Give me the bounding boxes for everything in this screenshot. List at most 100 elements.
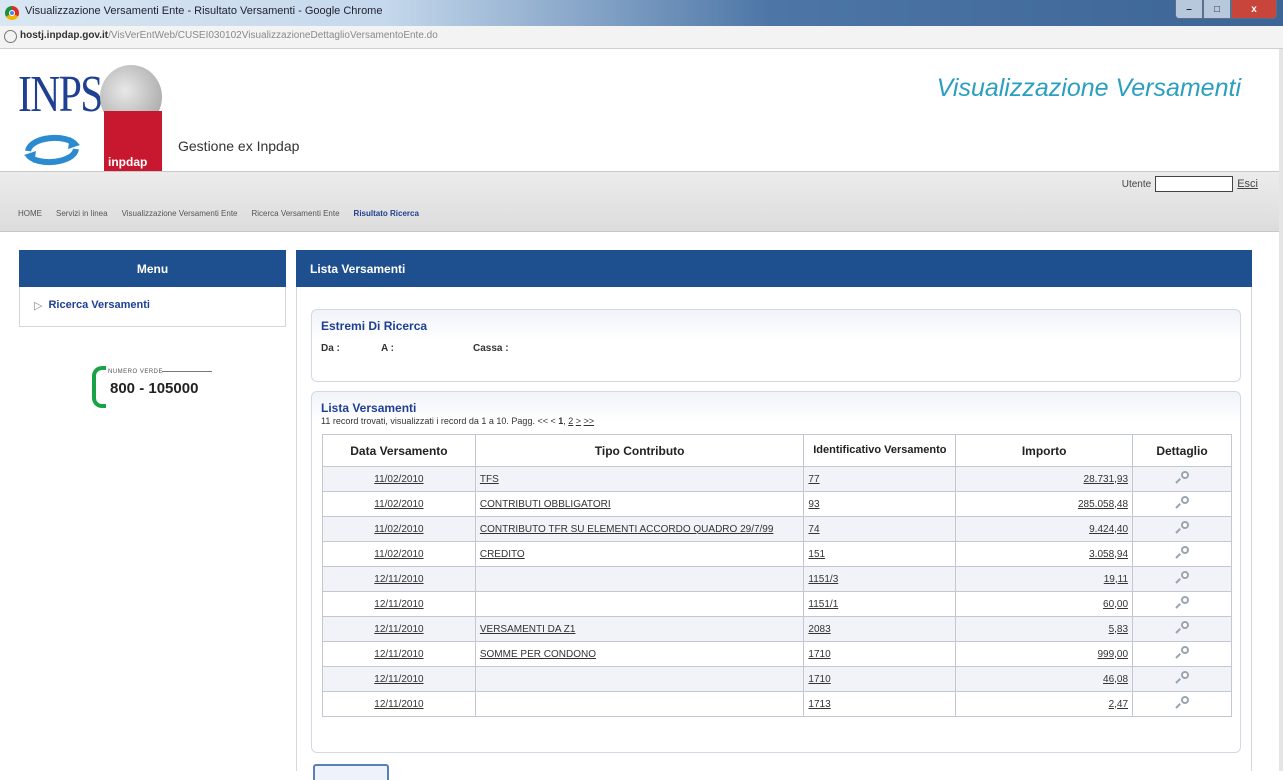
menu-item-label: Ricerca Versamenti <box>48 299 150 311</box>
main-panel-header: Lista Versamenti <box>296 250 1252 287</box>
main-panel: Estremi Di Ricerca Da : A : Cassa : List… <box>296 287 1252 780</box>
table-cell-date: 11/02/2010 <box>322 541 476 567</box>
column-header-detail: Dettaglio <box>1132 434 1232 467</box>
table-cell-amount: 5,83 <box>955 616 1134 642</box>
magnifier-icon[interactable] <box>1175 670 1190 685</box>
scrollbar[interactable] <box>1279 49 1283 771</box>
table-row: 12/11/2010 1710 46,08 <box>322 666 1232 692</box>
table-cell-detail <box>1132 541 1232 567</box>
row-amount-link[interactable]: 9.424,40 <box>1089 524 1128 535</box>
table-cell-type <box>474 591 805 617</box>
table-row: 12/11/2010 VERSAMENTI DA Z1 2083 5,83 <box>322 616 1232 642</box>
row-id-link[interactable]: 1713 <box>808 699 830 710</box>
row-amount-link[interactable]: 60,00 <box>1103 599 1128 610</box>
chrome-logo-icon <box>5 6 19 20</box>
magnifier-icon[interactable] <box>1175 695 1190 710</box>
magnifier-icon[interactable] <box>1175 520 1190 535</box>
breadcrumb-visualizzazione[interactable]: Visualizzazione Versamenti Ente <box>122 209 238 218</box>
row-id-link[interactable]: 1710 <box>808 674 830 685</box>
row-id-link[interactable]: 1151/3 <box>808 574 838 585</box>
last-page-link[interactable]: >> <box>584 416 595 426</box>
magnifier-icon[interactable] <box>1175 595 1190 610</box>
table-row: 11/02/2010 CONTRIBUTI OBBLIGATORI 93 285.05… <box>322 491 1232 517</box>
column-header-id[interactable]: Identificativo Versamento <box>803 434 957 467</box>
table-cell-type: TFS <box>474 466 805 492</box>
row-id-link[interactable]: 2083 <box>808 624 830 635</box>
next-page-link[interactable]: > <box>576 416 581 426</box>
table-cell-amount: 2,47 <box>955 691 1134 717</box>
user-label: Utente <box>1121 178 1152 190</box>
breadcrumb-servizi[interactable]: Servizi in linea <box>56 209 108 218</box>
page-info-icon[interactable] <box>4 30 17 43</box>
row-type-link[interactable]: TFS <box>480 474 499 485</box>
row-date-link[interactable]: 12/11/2010 <box>374 649 423 660</box>
row-type-link[interactable]: CONTRIBUTO TFR SU ELEMENTI ACCORDO QUADR… <box>480 524 774 535</box>
row-date-link[interactable]: 11/02/2010 <box>374 474 423 485</box>
row-date-link[interactable]: 12/11/2010 <box>374 699 423 710</box>
row-amount-link[interactable]: 3.058,94 <box>1089 549 1128 560</box>
back-button[interactable] <box>313 764 389 780</box>
row-id-link[interactable]: 77 <box>808 474 819 485</box>
magnifier-icon[interactable] <box>1175 470 1190 485</box>
row-date-link[interactable]: 12/11/2010 <box>374 599 423 610</box>
row-id-link[interactable]: 1151/1 <box>808 599 838 610</box>
row-date-link[interactable]: 12/11/2010 <box>374 574 423 585</box>
address-bar[interactable]: hostj.inpdap.gov.it/VisVerEntWeb/CUSEI03… <box>0 26 1283 49</box>
gestione-label: Gestione ex Inpdap <box>178 138 300 154</box>
row-id-link[interactable]: 151 <box>808 549 825 560</box>
row-amount-link[interactable]: 999,00 <box>1097 649 1128 660</box>
user-field <box>1155 176 1234 192</box>
row-date-link[interactable]: 11/02/2010 <box>374 524 423 535</box>
row-amount-link[interactable]: 285.058,48 <box>1078 499 1128 510</box>
maximize-button[interactable]: □ <box>1203 0 1231 19</box>
green-bracket-icon <box>92 366 106 408</box>
row-amount-link[interactable]: 5,83 <box>1109 624 1128 635</box>
column-header-type[interactable]: Tipo Contributo <box>474 434 805 467</box>
table-cell-type <box>474 666 805 692</box>
magnifier-icon[interactable] <box>1175 620 1190 635</box>
row-date-link[interactable]: 12/11/2010 <box>374 674 423 685</box>
row-id-link[interactable]: 1710 <box>808 649 830 660</box>
pager-info: 11 record trovati, visualizzati i record… <box>321 416 595 426</box>
table-header-row: Data Versamento Tipo Contributo Identifi… <box>322 434 1232 467</box>
table-row: 11/02/2010 TFS 77 28.731,93 <box>322 466 1232 492</box>
magnifier-icon[interactable] <box>1175 570 1190 585</box>
magnifier-icon[interactable] <box>1175 545 1190 560</box>
row-type-link[interactable]: SOMME PER CONDONO <box>480 649 596 660</box>
row-type-link[interactable]: VERSAMENTI DA Z1 <box>480 624 576 635</box>
table-cell-detail <box>1132 516 1232 542</box>
logout-link[interactable]: Esci <box>1237 178 1258 190</box>
close-button[interactable]: x <box>1231 0 1277 19</box>
row-date-link[interactable]: 11/02/2010 <box>374 549 423 560</box>
row-amount-link[interactable]: 19,11 <box>1104 574 1128 585</box>
toll-free-number: NUMERO VERDE 800 - 105000 <box>92 366 216 408</box>
row-id-link[interactable]: 93 <box>808 499 819 510</box>
magnifier-icon[interactable] <box>1175 495 1190 510</box>
row-type-link[interactable]: CONTRIBUTI OBBLIGATORI <box>480 499 611 510</box>
table-cell-type: VERSAMENTI DA Z1 <box>474 616 805 642</box>
menu-item-ricerca-versamenti[interactable]: ▷ Ricerca Versamenti <box>34 299 150 312</box>
column-header-date[interactable]: Data Versamento <box>322 434 476 467</box>
user-area: Utente Esci <box>1122 176 1258 192</box>
breadcrumb-home[interactable]: HOME <box>18 209 42 218</box>
inps-arrows-logo-icon <box>24 134 80 166</box>
window-title: Visualizzazione Versamenti Ente - Risult… <box>25 5 383 17</box>
table-cell-amount: 60,00 <box>955 591 1134 617</box>
row-date-link[interactable]: 11/02/2010 <box>374 499 423 510</box>
breadcrumb-ricerca[interactable]: Ricerca Versamenti Ente <box>252 209 340 218</box>
table-cell-id: 77 <box>803 466 957 492</box>
page-2-link[interactable]: 2 <box>568 416 573 426</box>
row-date-link[interactable]: 12/11/2010 <box>374 624 423 635</box>
table-cell-amount: 28.731,93 <box>955 466 1134 492</box>
row-amount-link[interactable]: 2,47 <box>1109 699 1128 710</box>
row-amount-link[interactable]: 28.731,93 <box>1084 474 1129 485</box>
minimize-button[interactable]: – <box>1175 0 1203 19</box>
table-cell-date: 12/11/2010 <box>322 641 476 667</box>
row-id-link[interactable]: 74 <box>808 524 819 535</box>
row-type-link[interactable]: CREDITO <box>480 549 525 560</box>
url-text[interactable]: hostj.inpdap.gov.it/VisVerEntWeb/CUSEI03… <box>20 30 438 41</box>
column-header-amount[interactable]: Importo <box>955 434 1134 467</box>
table-cell-type: SOMME PER CONDONO <box>474 641 805 667</box>
row-amount-link[interactable]: 46,08 <box>1103 674 1128 685</box>
magnifier-icon[interactable] <box>1175 645 1190 660</box>
